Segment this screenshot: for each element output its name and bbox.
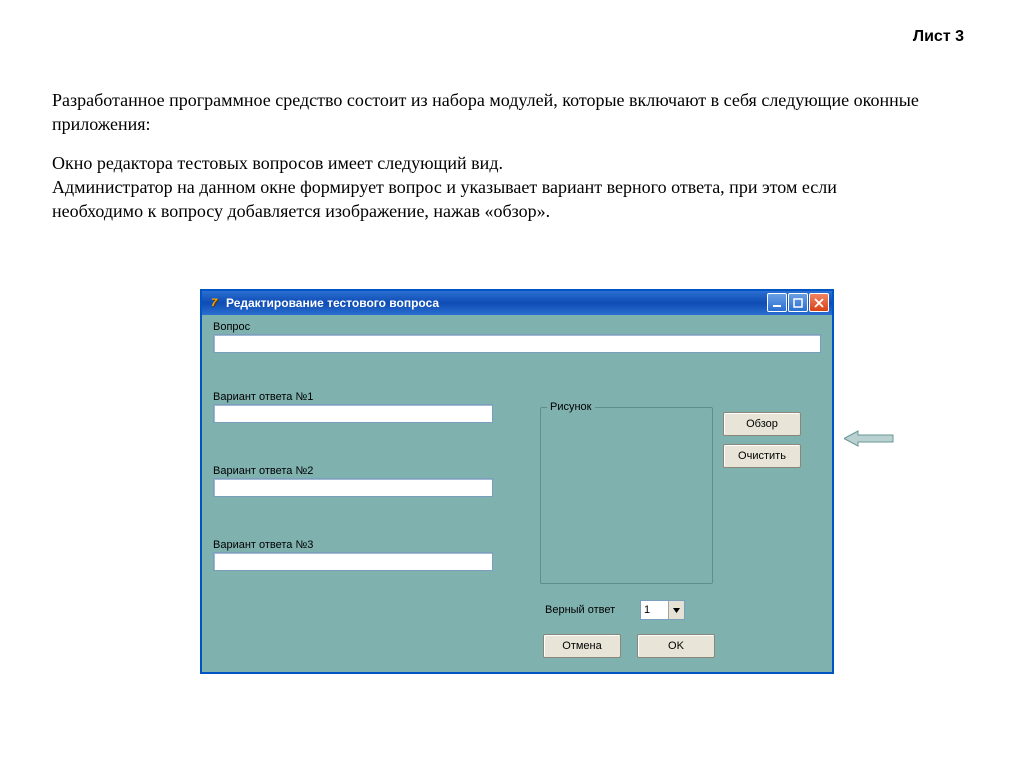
browse-button[interactable]: Обзор	[723, 412, 801, 436]
cancel-button[interactable]: Отмена	[543, 634, 621, 658]
paragraph-1: Разработанное программное средство состо…	[52, 88, 932, 137]
minimize-button[interactable]	[767, 293, 787, 312]
answer3-input[interactable]	[213, 552, 493, 571]
document-body-text: Разработанное программное средство состо…	[52, 88, 932, 237]
minimize-icon	[772, 298, 782, 308]
picture-groupbox: Рисунок	[540, 407, 713, 584]
callout-arrow-icon	[844, 429, 894, 448]
dropdown-arrow-icon	[668, 601, 684, 619]
paragraph-2: Окно редактора тестовых вопросов имеет с…	[52, 151, 932, 175]
picture-groupbox-legend: Рисунок	[547, 401, 595, 413]
answer2-input[interactable]	[213, 478, 493, 497]
close-icon	[814, 298, 824, 308]
app-icon: 7	[206, 295, 222, 311]
answer2-label: Вариант ответа №2	[213, 465, 313, 477]
clear-button[interactable]: Очистить	[723, 444, 801, 468]
window-client-area: Вопрос Вариант ответа №1 Вариант ответа …	[205, 317, 829, 669]
question-label: Вопрос	[213, 321, 250, 333]
correct-answer-label: Верный ответ	[545, 604, 615, 616]
correct-answer-value: 1	[644, 604, 650, 616]
app-window: 7 Редактирование тестового вопроса Вопро…	[200, 289, 834, 674]
question-input[interactable]	[213, 334, 821, 353]
paragraph-3: Администратор на данном окне формирует в…	[52, 175, 932, 224]
answer1-label: Вариант ответа №1	[213, 391, 313, 403]
titlebar[interactable]: 7 Редактирование тестового вопроса	[202, 291, 832, 315]
maximize-button[interactable]	[788, 293, 808, 312]
maximize-icon	[793, 298, 803, 308]
close-button[interactable]	[809, 293, 829, 312]
correct-answer-select[interactable]: 1	[640, 600, 685, 620]
ok-button[interactable]: OK	[637, 634, 715, 658]
answer1-input[interactable]	[213, 404, 493, 423]
answer3-label: Вариант ответа №3	[213, 539, 313, 551]
page-number: Лист 3	[913, 28, 964, 46]
window-title: Редактирование тестового вопроса	[226, 296, 439, 310]
